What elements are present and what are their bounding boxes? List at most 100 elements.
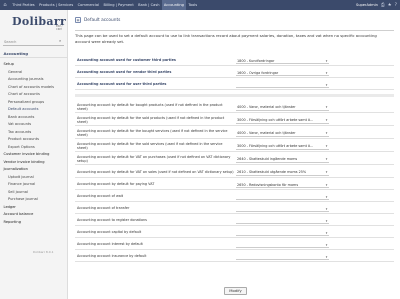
sidebar-item[interactable]: Chart of accounts models bbox=[0, 84, 68, 92]
sidebar-item[interactable]: Default accounts bbox=[0, 106, 68, 114]
row-label: Accounting account used for customer thi… bbox=[77, 58, 176, 63]
help-icon[interactable]: ? bbox=[395, 3, 397, 8]
sidebar-item[interactable]: Accounting bbox=[0, 49, 68, 58]
row-label: Accounting account interest by default bbox=[77, 242, 143, 247]
top-menu-item[interactable]: Bank | Cash bbox=[136, 0, 162, 10]
sidebar-item[interactable]: Setup bbox=[0, 61, 68, 69]
title-divider bbox=[75, 30, 394, 31]
top-menu-item[interactable]: Commercial bbox=[75, 0, 101, 10]
sidebar-item[interactable]: Vat accounts bbox=[0, 121, 68, 129]
left-menu: Accounting Setup General Accounting journal… bbox=[0, 49, 68, 226]
form-row: Accounting account used for user third p… bbox=[75, 80, 394, 90]
account-select[interactable]: 2610 - Skatteskuld utgående moms 25% ▾ bbox=[236, 169, 329, 176]
top-menu-item[interactable]: Tools bbox=[186, 0, 199, 10]
top-menu-item[interactable]: Products | Services bbox=[37, 0, 76, 10]
sidebar-item[interactable]: Sell journal bbox=[0, 189, 68, 197]
chevron-down-icon[interactable]: ▾ bbox=[324, 255, 329, 259]
top-menu-item[interactable]: Billing | Payment bbox=[101, 0, 136, 10]
sidebar-item[interactable]: Customer invoice binding bbox=[0, 151, 68, 159]
selected-account: 3000 - Försäljning och utfört arbete sam… bbox=[237, 118, 314, 122]
sidebar-item[interactable]: Personalized groups bbox=[0, 99, 68, 107]
sidebar-item[interactable]: Reporting bbox=[0, 219, 68, 227]
group-divider bbox=[75, 94, 394, 97]
form-row: Accounting account by default for VAT on… bbox=[75, 154, 394, 165]
account-select[interactable]: 2650 - Redovisningskonto för moms ▾ bbox=[236, 182, 329, 189]
chevron-down-icon[interactable]: ▾ bbox=[324, 71, 329, 75]
sidebar-item[interactable]: Uptodt journal bbox=[0, 174, 68, 182]
account-select[interactable]: ▾ bbox=[236, 242, 329, 249]
account-select[interactable]: ▾ bbox=[236, 82, 329, 89]
chevron-down-icon[interactable]: ▾ bbox=[324, 118, 329, 122]
sidebar-item[interactable]: Bank accounts bbox=[0, 114, 68, 122]
account-select[interactable]: ▾ bbox=[236, 206, 329, 213]
sidebar-item[interactable]: Vendor invoice binding bbox=[0, 159, 68, 167]
selected-account: 2640 - Skatteskuld ingående moms bbox=[237, 157, 298, 161]
selected-account: 2650 - Redovisningskonto för moms bbox=[237, 182, 299, 187]
account-select[interactable]: 4000 - Varor, material och tjänster ▾ bbox=[236, 104, 329, 111]
account-select[interactable]: 2640 - Skatteskuld ingående moms ▾ bbox=[236, 156, 329, 163]
chevron-down-icon[interactable]: ▾ bbox=[324, 195, 329, 199]
home-icon[interactable]: ⌂ bbox=[0, 0, 10, 10]
selected-account: 1600 - Övriga fordringar bbox=[237, 70, 279, 75]
form-row: Accounting account of transfer ▾ bbox=[75, 204, 394, 214]
row-label: Accounting account by default for VAT on… bbox=[77, 154, 231, 163]
row-label: Accounting account by default for paying… bbox=[77, 182, 155, 187]
chevron-down-icon[interactable]: ▾ bbox=[324, 243, 329, 247]
account-select[interactable]: ▾ bbox=[236, 254, 329, 261]
account-select[interactable]: 1800 - Kundfordringar ▾ bbox=[236, 58, 329, 65]
chevron-down-icon[interactable]: ▾ bbox=[324, 231, 329, 235]
chevron-down-icon[interactable]: ▾ bbox=[324, 219, 329, 223]
account-select[interactable]: 4000 - Varor, material och tjänster ▾ bbox=[236, 130, 329, 137]
sidebar-item[interactable]: Journalization bbox=[0, 166, 68, 174]
sidebar-item[interactable]: Ledger bbox=[0, 204, 68, 212]
form-row: Accounting account used for customer thi… bbox=[75, 56, 394, 66]
chevron-down-icon[interactable]: ▾ bbox=[324, 144, 329, 148]
sidebar-item[interactable]: Export Options bbox=[0, 144, 68, 152]
chevron-down-icon[interactable]: ▾ bbox=[324, 131, 329, 135]
form-row: Accounting account to register donations… bbox=[75, 216, 394, 226]
setup-icon: ▤ bbox=[75, 17, 81, 23]
chevron-down-icon[interactable]: ▾ bbox=[324, 183, 329, 187]
sidebar-item[interactable]: Tax accounts bbox=[0, 129, 68, 137]
version-label: Dolibarr 8.0.1 bbox=[33, 250, 54, 254]
top-right: SuperAdmin ⎙ ★ ? bbox=[356, 0, 397, 10]
print-icon[interactable]: ⎙ bbox=[381, 2, 385, 8]
account-select[interactable]: ▾ bbox=[236, 218, 329, 225]
form-row: Accounting account capital by default ▾ bbox=[75, 228, 394, 238]
selected-account: 1800 - Kundfordringar bbox=[237, 58, 275, 63]
row-label: Accounting account of transfer bbox=[77, 206, 130, 211]
row-label: Accounting account insurance by default bbox=[77, 254, 147, 259]
user-name[interactable]: SuperAdmin bbox=[356, 3, 378, 7]
search-input[interactable] bbox=[3, 38, 64, 46]
account-select[interactable]: 1600 - Övriga fordringar ▾ bbox=[236, 70, 329, 77]
row-label: Accounting account by default for bought… bbox=[77, 102, 223, 111]
chevron-down-icon[interactable]: ▾ bbox=[324, 59, 329, 63]
sidebar-item[interactable]: Product accounts bbox=[0, 136, 68, 144]
modify-button[interactable]: Modify bbox=[224, 287, 247, 295]
top-navbar: ⌂ Third Parties Products | Services Commer… bbox=[0, 0, 400, 10]
sidebar-item[interactable]: Accounting journals bbox=[0, 76, 68, 84]
account-select[interactable]: 3000 - Försäljning och utfört arbete sam… bbox=[236, 117, 329, 124]
account-select[interactable]: ▾ bbox=[236, 194, 329, 201]
form-row: Accounting account used for vendor third… bbox=[75, 68, 394, 78]
chevron-down-icon[interactable]: ▾ bbox=[324, 157, 329, 161]
sidebar-item[interactable]: Account balance bbox=[0, 211, 68, 219]
search-icon[interactable]: ⌕ bbox=[59, 38, 61, 43]
row-label: Accounting account used for user third p… bbox=[77, 82, 167, 87]
top-menu-item[interactable]: Third Parties bbox=[10, 0, 37, 10]
account-select[interactable]: ▾ bbox=[236, 230, 329, 237]
sidebar-item[interactable]: General bbox=[0, 69, 68, 77]
selected-account: 4000 - Varor, material och tjänster bbox=[237, 105, 296, 109]
top-menu-item[interactable]: Accounting bbox=[161, 0, 187, 10]
chevron-down-icon[interactable]: ▾ bbox=[324, 83, 329, 87]
sidebar-item[interactable]: Chart of accounts bbox=[0, 91, 68, 99]
row-label: Accounting account by default for the so… bbox=[77, 115, 225, 124]
chevron-down-icon[interactable]: ▾ bbox=[324, 207, 329, 211]
chevron-down-icon[interactable]: ▾ bbox=[324, 105, 329, 109]
chevron-down-icon[interactable]: ▾ bbox=[324, 170, 329, 174]
account-select[interactable]: 3000 - Försäljning och utfört arbete sam… bbox=[236, 143, 329, 150]
sidebar-item[interactable]: Finance journal bbox=[0, 181, 68, 189]
bookmark-icon[interactable]: ★ bbox=[388, 3, 392, 8]
left-sidebar: Dolibarr ERP / CRM ⌕ AccountingSetupGene… bbox=[0, 10, 68, 299]
sidebar-item[interactable]: Purchase journal bbox=[0, 196, 68, 204]
